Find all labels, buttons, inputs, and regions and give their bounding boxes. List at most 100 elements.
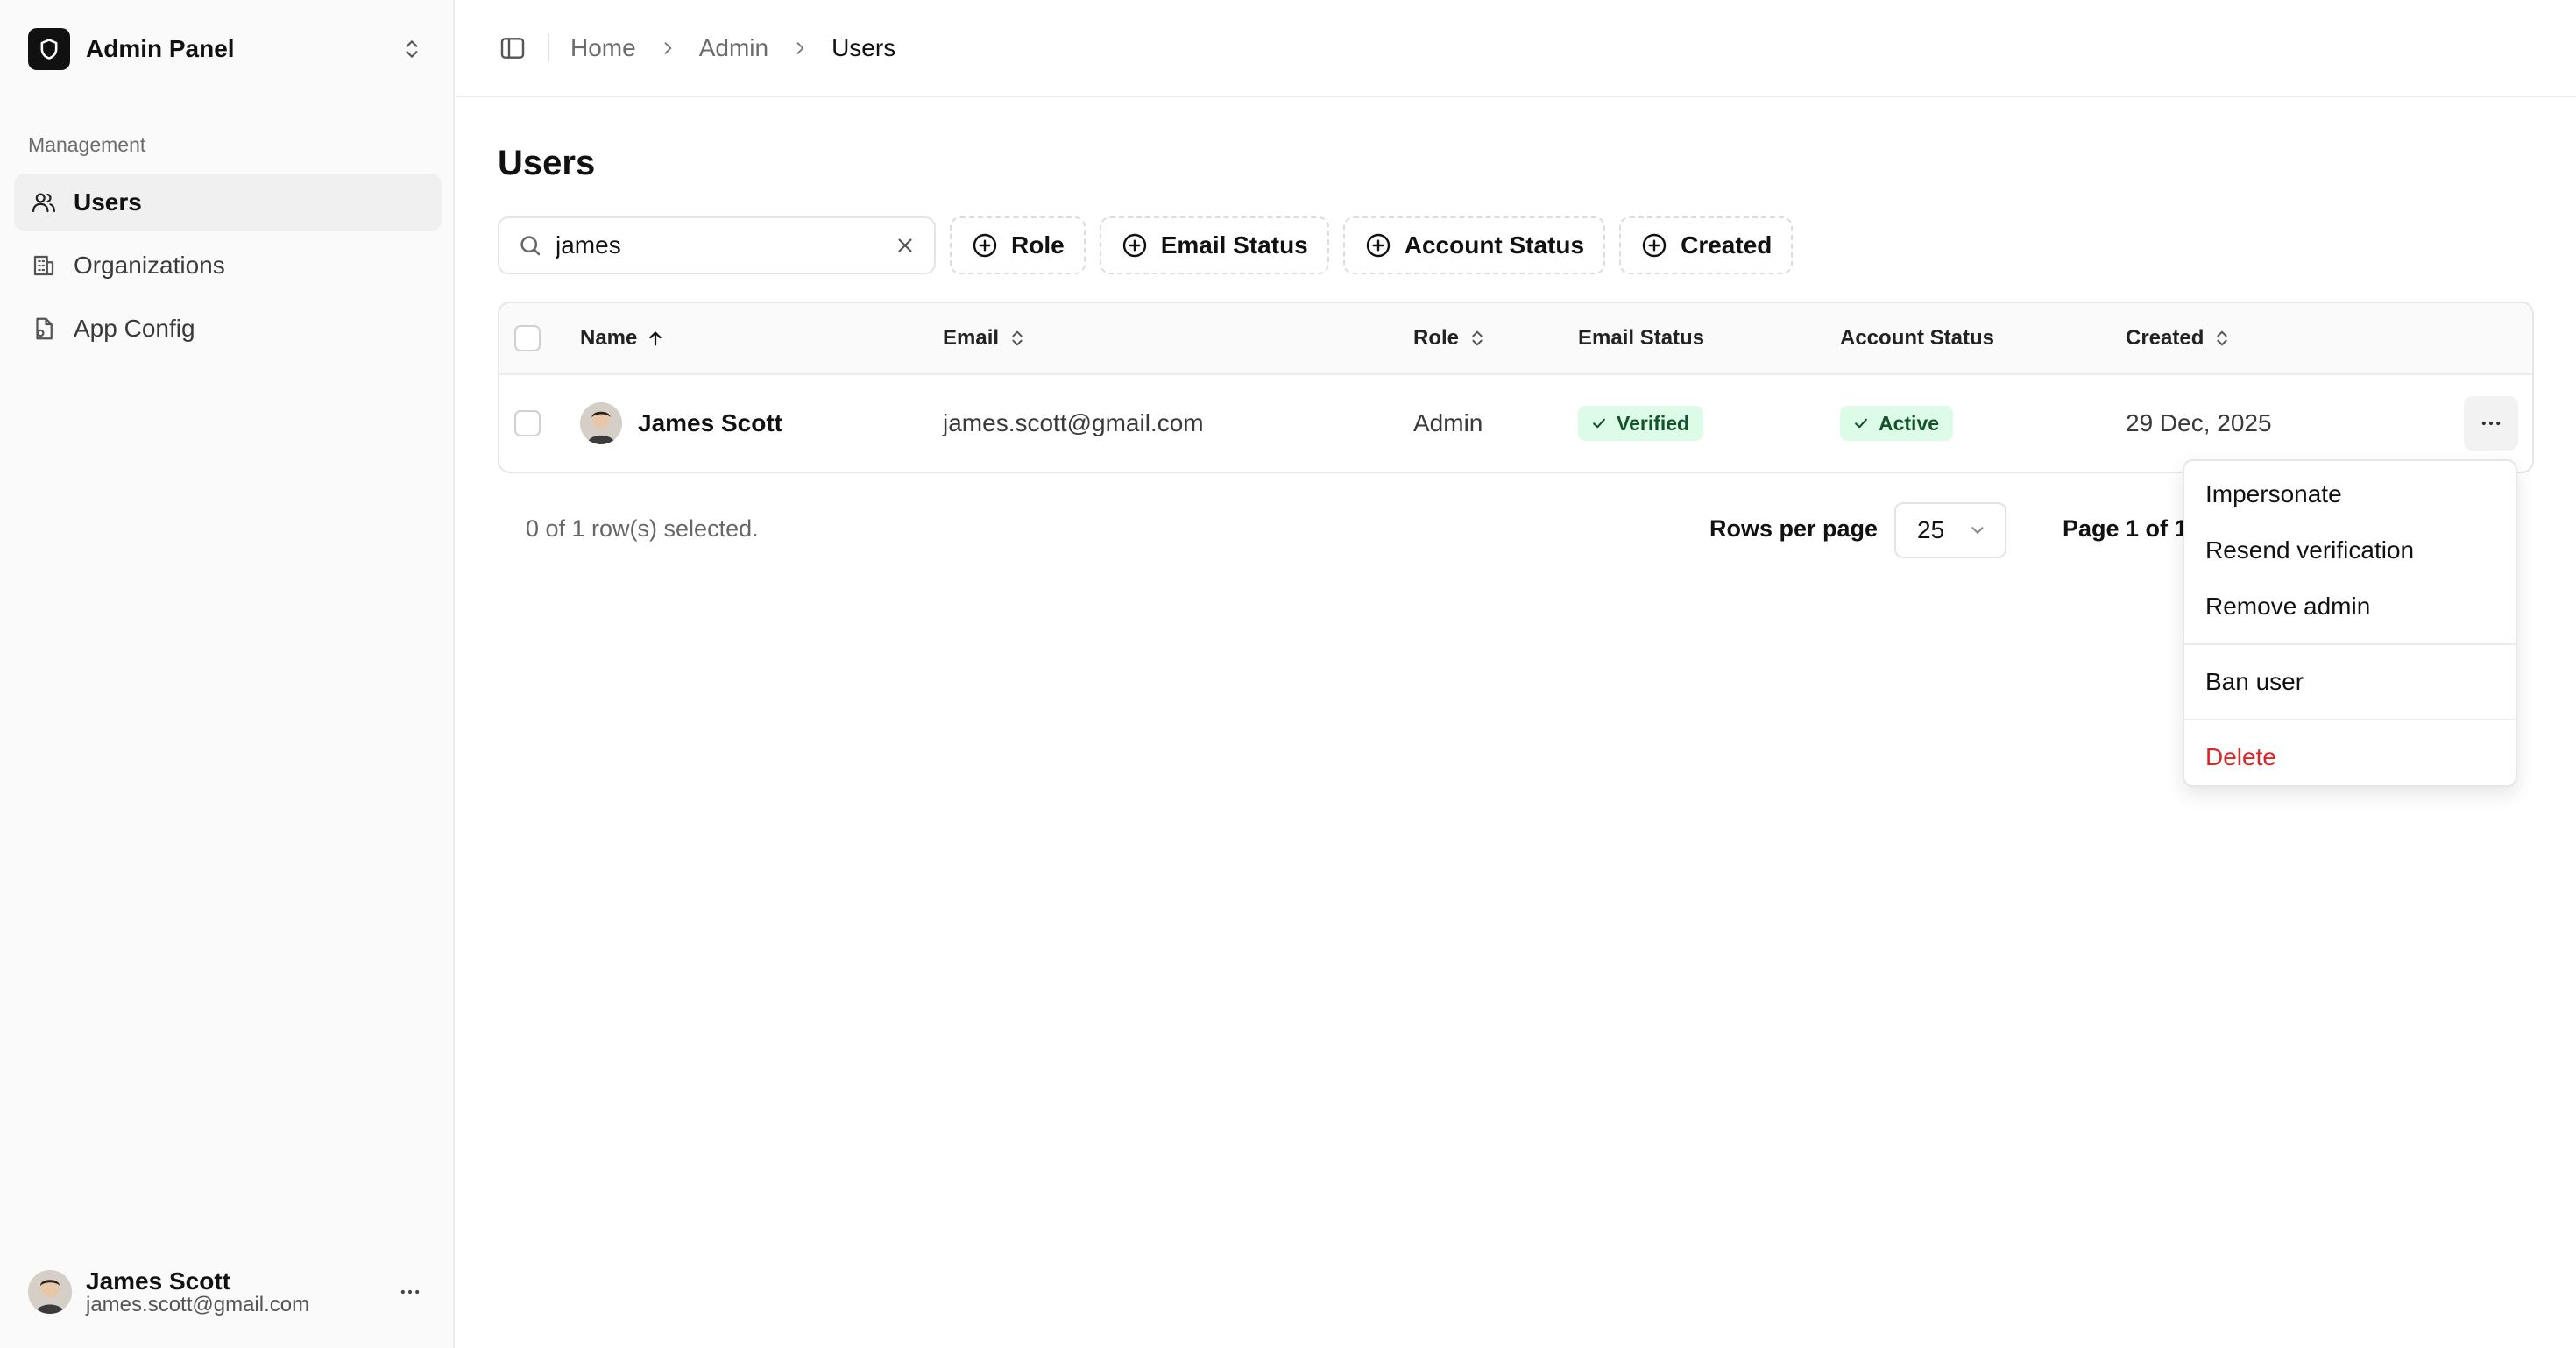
building-icon (30, 252, 58, 280)
avatar (580, 402, 622, 444)
column-header-role[interactable]: Role (1413, 303, 1487, 373)
breadcrumb: Home Admin Users (570, 34, 895, 62)
column-label: Account Status (1840, 326, 1995, 350)
divider (548, 33, 549, 62)
avatar (28, 1270, 72, 1314)
file-config-icon (30, 315, 58, 343)
row-select-cell (514, 375, 541, 472)
select-all-cell (514, 303, 541, 373)
search-icon (517, 232, 543, 259)
table-header: Name Email Role Email Status Account Sta… (499, 303, 2532, 375)
select-all-checkbox[interactable] (514, 325, 541, 351)
rows-per-page-value: 25 (1917, 516, 1945, 543)
chevrons-up-down-icon[interactable] (396, 33, 428, 65)
brand-title: Admin Panel (86, 35, 235, 62)
sidebar-toggle-icon[interactable] (497, 32, 528, 64)
more-horizontal-icon[interactable] (393, 1274, 428, 1309)
filter-label: Email Status (1160, 231, 1308, 259)
menu-divider (2184, 719, 2516, 720)
column-label: Created (2126, 326, 2204, 350)
chevrons-up-down-icon (1468, 329, 1487, 348)
sidebar-item-label: Users (74, 188, 142, 216)
row-checkbox[interactable] (514, 410, 541, 436)
filter-toolbar: Role Email Status Account Status Created (498, 216, 1794, 274)
table-row[interactable]: James Scott james.scott@gmail.com Admin … (499, 375, 2532, 472)
sidebar-nav: Users Organizations App Config (14, 174, 442, 363)
role-cell: Admin (1413, 409, 1483, 436)
check-icon (1852, 415, 1870, 432)
column-header-account-status: Account Status (1840, 303, 1994, 373)
more-horizontal-icon (2481, 421, 2501, 426)
search-input[interactable] (556, 231, 894, 259)
row-actions-menu: Impersonate Resend verification Remove a… (2183, 459, 2517, 787)
column-label: Email Status (1578, 326, 1705, 350)
status-badge: Verified (1578, 406, 1704, 441)
column-label: Email (943, 326, 1000, 350)
clear-search-icon[interactable] (894, 234, 916, 257)
sidebar-item-label: Organizations (74, 252, 225, 279)
shield-logo-icon (28, 28, 70, 70)
topbar: Home Admin Users (456, 0, 2576, 97)
breadcrumb-admin[interactable]: Admin (699, 34, 768, 62)
filter-role-button[interactable]: Role (950, 216, 1086, 274)
rows-per-page-select[interactable]: 25 (1894, 502, 2006, 558)
menu-item-delete[interactable]: Delete (2184, 729, 2516, 785)
chevrons-up-down-icon (1008, 329, 1027, 348)
menu-item-ban-user[interactable]: Ban user (2184, 654, 2516, 710)
plus-circle-icon (1364, 231, 1392, 259)
row-actions-button[interactable] (2464, 396, 2518, 451)
chevron-right-icon (791, 39, 809, 57)
column-header-email[interactable]: Email (943, 303, 1027, 373)
status-badge: Active (1840, 406, 1954, 441)
sidebar-item-organizations[interactable]: Organizations (14, 237, 442, 294)
page-info: Page 1 of 1 (2063, 515, 2185, 542)
filter-account-status-button[interactable]: Account Status (1342, 216, 1606, 274)
filter-label: Role (1011, 231, 1065, 259)
search-box[interactable] (498, 216, 936, 274)
sidebar-item-users[interactable]: Users (14, 174, 442, 231)
menu-item-resend-verification[interactable]: Resend verification (2184, 522, 2516, 578)
section-label-management: Management (28, 133, 146, 156)
name-cell: James Scott (580, 375, 782, 472)
arrow-up-icon (646, 329, 665, 348)
chevron-down-icon (1968, 521, 1987, 540)
breadcrumb-home[interactable]: Home (570, 34, 636, 62)
rows-per-page-label: Rows per page (1709, 515, 1879, 542)
plus-circle-icon (1121, 231, 1149, 259)
user-email: james.scott@gmail.com (86, 1293, 310, 1317)
email-status-cell: Verified (1578, 375, 1704, 472)
account-status-cell: Active (1840, 375, 1954, 472)
row-actions-cell (2464, 375, 2518, 472)
sidebar-user[interactable]: James Scott james.scott@gmail.com (28, 1266, 428, 1318)
badge-label: Active (1879, 411, 1940, 435)
filter-email-status-button[interactable]: Email Status (1099, 216, 1329, 274)
sidebar-item-app-config[interactable]: App Config (14, 300, 442, 358)
column-header-name[interactable]: Name (580, 303, 665, 373)
selection-count: 0 of 1 row(s) selected. (526, 515, 759, 542)
users-icon (30, 188, 58, 216)
chevron-right-icon (659, 39, 676, 57)
chevrons-up-down-icon (2212, 329, 2232, 348)
user-name: James Scott (638, 409, 782, 436)
user-name: James Scott (86, 1266, 230, 1295)
column-header-created[interactable]: Created (2126, 303, 2232, 373)
menu-item-impersonate[interactable]: Impersonate (2184, 466, 2516, 522)
column-label: Name (580, 326, 638, 350)
filter-label: Account Status (1404, 231, 1585, 259)
menu-divider (2184, 643, 2516, 645)
email-cell: james.scott@gmail.com (943, 409, 1204, 436)
breadcrumb-users: Users (832, 33, 896, 61)
created-cell: 29 Dec, 2025 (2126, 409, 2272, 436)
filter-created-button[interactable]: Created (1619, 216, 1794, 274)
sidebar: Admin Panel Management Users Organizatio… (0, 0, 455, 1348)
filter-label: Created (1681, 231, 1773, 259)
plus-circle-icon (1640, 231, 1668, 259)
brand-switcher[interactable]: Admin Panel (28, 28, 428, 70)
check-icon (1590, 415, 1608, 432)
column-label: Role (1413, 326, 1460, 350)
users-table: Name Email Role Email Status Account Sta… (498, 302, 2534, 473)
page-title: Users (498, 144, 596, 182)
menu-item-remove-admin[interactable]: Remove admin (2184, 578, 2516, 635)
column-header-email-status: Email Status (1578, 303, 1704, 373)
plus-circle-icon (971, 231, 999, 259)
